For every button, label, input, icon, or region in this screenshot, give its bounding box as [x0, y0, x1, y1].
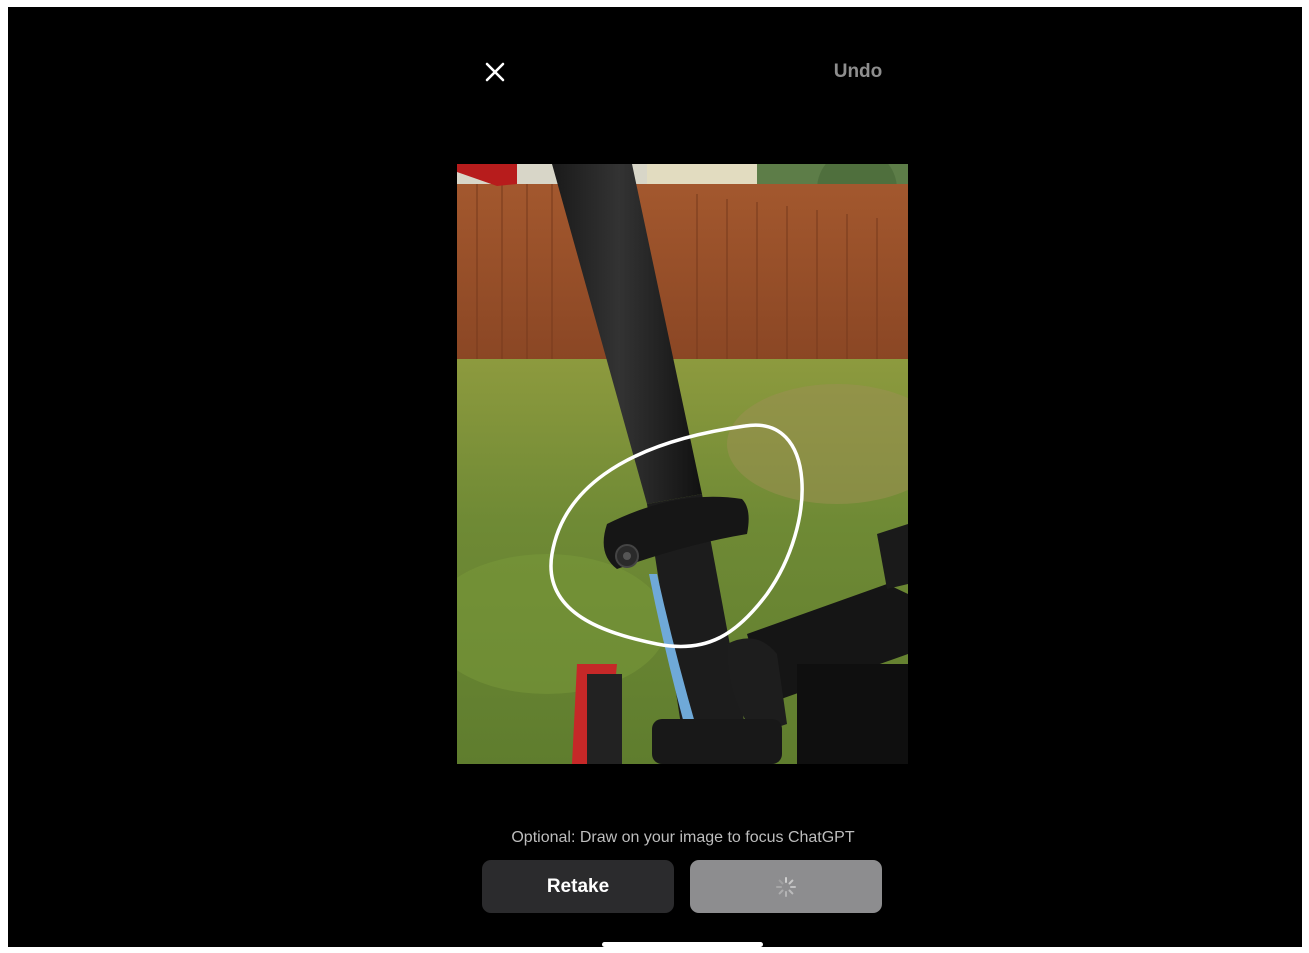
close-icon — [485, 62, 505, 82]
undo-button[interactable]: Undo — [818, 58, 898, 86]
retake-button[interactable]: Retake — [482, 860, 674, 913]
spinner-icon — [776, 876, 796, 897]
photo-image — [457, 164, 908, 764]
home-indicator[interactable] — [602, 942, 763, 947]
continue-button-loading[interactable] — [690, 860, 882, 913]
drawing-hint-text: Optional: Draw on your image to focus Ch… — [511, 829, 855, 846]
photo-canvas[interactable] — [457, 164, 908, 764]
photo-editor-screen: Undo Optional: Draw on your image to foc… — [8, 7, 1302, 947]
close-button[interactable] — [478, 55, 512, 89]
